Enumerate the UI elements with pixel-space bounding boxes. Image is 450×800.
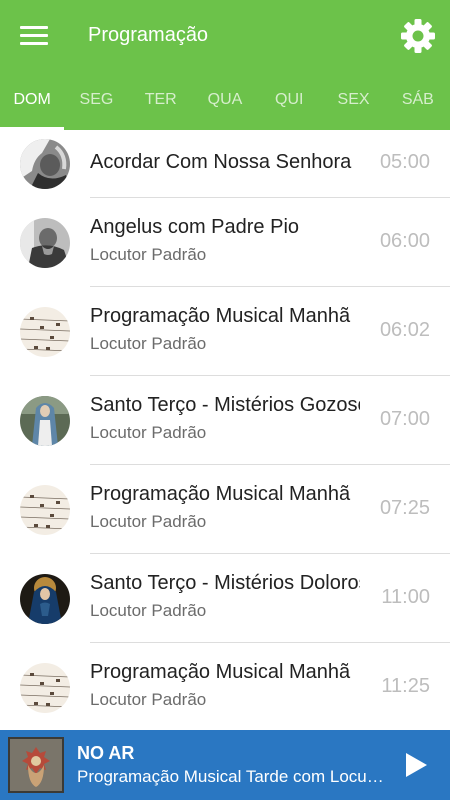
program-time: 05:00 bbox=[379, 151, 430, 173]
program-time: 11:00 bbox=[381, 586, 430, 608]
program-title: Santo Terço - Mistérios Gozosos bbox=[90, 394, 360, 416]
play-icon bbox=[406, 753, 427, 777]
schedule-list: Acordar Com Nossa Senhora 05:00 Angelus … bbox=[0, 130, 450, 730]
program-thumbnail bbox=[20, 396, 70, 446]
program-time: 11:25 bbox=[381, 675, 430, 697]
program-time: 07:25 bbox=[379, 497, 430, 519]
menu-icon-line bbox=[20, 42, 48, 45]
schedule-item[interactable]: Programação Musical Manhã Locutor Padrão… bbox=[0, 465, 450, 554]
gear-icon bbox=[401, 19, 435, 53]
program-title: Santo Terço - Mistérios Dolorosos bbox=[90, 572, 360, 594]
schedule-item[interactable]: Angelus com Padre Pio Locutor Padrão 06:… bbox=[0, 198, 450, 287]
tab-qua[interactable]: QUA bbox=[193, 72, 257, 130]
day-tabs: DOM SEG TER QUA QUI SEX SÁB bbox=[0, 72, 450, 130]
now-playing-bar[interactable]: NO AR Programação Musical Tarde com Locu… bbox=[0, 730, 450, 800]
app-bar: Programação DOM SEG TER QUA QUI SEX SÁB bbox=[0, 0, 450, 130]
program-title: Acordar Com Nossa Senhora bbox=[90, 151, 352, 173]
program-host: Locutor Padrão bbox=[90, 512, 207, 531]
program-host: Locutor Padrão bbox=[90, 334, 207, 353]
schedule-item[interactable]: Programação Musical Manhã Locutor Padrão… bbox=[0, 643, 450, 730]
page-title: Programação bbox=[88, 24, 209, 46]
now-playing-title: Programação Musical Tarde com Locutor Pa… bbox=[77, 767, 387, 786]
tab-ter[interactable]: TER bbox=[129, 72, 193, 130]
program-thumbnail bbox=[20, 307, 70, 357]
tab-dom[interactable]: DOM bbox=[0, 72, 65, 130]
tab-seg[interactable]: SEG bbox=[64, 72, 128, 130]
program-time: 06:00 bbox=[379, 230, 430, 252]
menu-icon-line bbox=[20, 26, 48, 29]
play-button[interactable] bbox=[400, 750, 430, 780]
schedule-item[interactable]: Santo Terço - Mistérios Gozosos Locutor … bbox=[0, 376, 450, 465]
program-host: Locutor Padrão bbox=[90, 423, 207, 442]
program-time: 06:02 bbox=[379, 319, 430, 341]
tab-sab[interactable]: SÁB bbox=[386, 72, 450, 130]
menu-icon-line bbox=[20, 34, 48, 37]
program-title: Programação Musical Manhã bbox=[90, 661, 351, 683]
toolbar: Programação bbox=[0, 0, 450, 72]
program-thumbnail bbox=[20, 663, 70, 713]
now-playing-artwork bbox=[8, 737, 64, 793]
program-thumbnail bbox=[20, 139, 70, 189]
settings-button[interactable] bbox=[398, 16, 438, 56]
program-host: Locutor Padrão bbox=[90, 245, 207, 264]
schedule-item[interactable]: Programação Musical Manhã Locutor Padrão… bbox=[0, 287, 450, 376]
menu-button[interactable] bbox=[18, 23, 52, 49]
program-time: 07:00 bbox=[379, 408, 430, 430]
program-host: Locutor Padrão bbox=[90, 690, 207, 709]
tab-sex[interactable]: SEX bbox=[321, 72, 385, 130]
program-thumbnail bbox=[20, 218, 70, 268]
on-air-label: NO AR bbox=[77, 743, 135, 763]
program-title: Programação Musical Manhã bbox=[90, 483, 351, 505]
schedule-item[interactable]: Santo Terço - Mistérios Dolorosos Locuto… bbox=[0, 554, 450, 643]
program-thumbnail bbox=[20, 574, 70, 624]
program-title: Angelus com Padre Pio bbox=[90, 216, 300, 238]
tab-qui[interactable]: QUI bbox=[257, 72, 321, 130]
schedule-item[interactable]: Acordar Com Nossa Senhora 05:00 bbox=[0, 130, 450, 198]
program-host: Locutor Padrão bbox=[90, 601, 207, 620]
program-thumbnail bbox=[20, 485, 70, 535]
program-title: Programação Musical Manhã bbox=[90, 305, 351, 327]
